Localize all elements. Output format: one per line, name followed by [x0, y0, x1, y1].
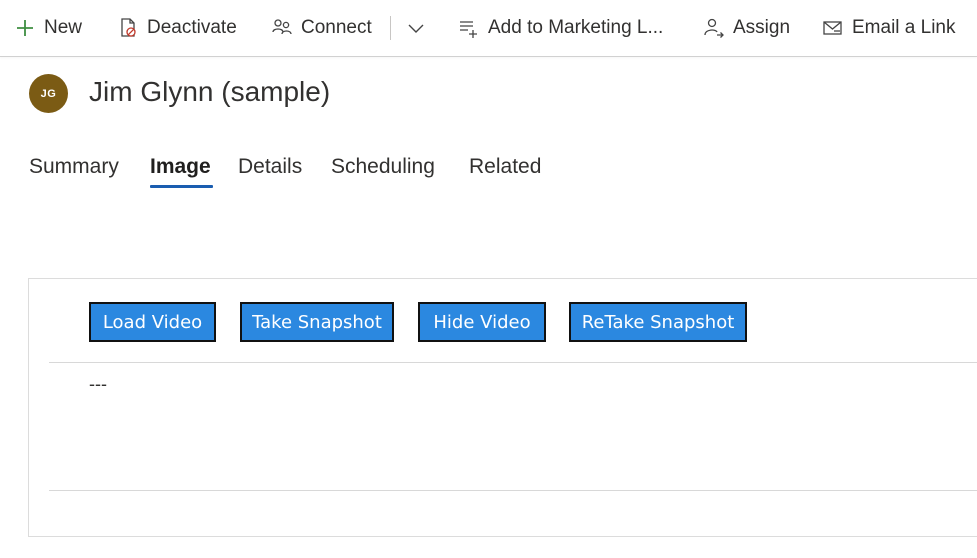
- tab-image[interactable]: Image: [150, 155, 211, 179]
- assign-button[interactable]: Assign: [703, 12, 790, 44]
- connect-label: Connect: [301, 17, 372, 38]
- tab-related[interactable]: Related: [469, 155, 541, 179]
- add-to-list-icon: [458, 17, 480, 39]
- record-form-page: New Deactivate Connect Add to Marketing …: [0, 0, 977, 558]
- plus-icon: [14, 17, 36, 39]
- more-connect-options-button[interactable]: [405, 12, 427, 44]
- email-a-link-button[interactable]: Email a Link: [822, 12, 956, 44]
- load-video-button[interactable]: Load Video: [89, 302, 216, 342]
- deactivate-document-icon: [117, 17, 139, 39]
- add-to-marketing-list-button[interactable]: Add to Marketing L...: [458, 12, 663, 44]
- tab-scheduling[interactable]: Scheduling: [331, 155, 435, 179]
- tab-details[interactable]: Details: [238, 155, 302, 179]
- command-separator: [390, 16, 391, 40]
- record-title: Jim Glynn (sample): [89, 76, 331, 107]
- image-section: Load Video Take Snapshot Hide Video ReTa…: [28, 278, 977, 537]
- image-field-value: ---: [89, 374, 107, 394]
- take-snapshot-button[interactable]: Take Snapshot: [240, 302, 394, 342]
- new-label: New: [44, 17, 83, 38]
- connect-people-icon: [271, 17, 293, 39]
- avatar-initials: JG: [40, 87, 57, 100]
- new-button[interactable]: New: [14, 12, 82, 44]
- tab-summary[interactable]: Summary: [29, 155, 119, 179]
- assign-label: Assign: [733, 17, 791, 38]
- active-tab-indicator: [150, 185, 213, 188]
- chevron-down-icon: [405, 17, 427, 39]
- add-to-marketing-list-label: Add to Marketing L...: [488, 17, 664, 38]
- deactivate-label: Deactivate: [147, 17, 237, 38]
- hide-video-button[interactable]: Hide Video: [418, 302, 546, 342]
- command-bar: New Deactivate Connect Add to Marketing …: [0, 0, 977, 57]
- section-divider-bottom: [49, 490, 977, 491]
- retake-snapshot-button[interactable]: ReTake Snapshot: [569, 302, 747, 342]
- email-link-icon: [822, 17, 844, 39]
- assign-person-icon: [703, 17, 725, 39]
- deactivate-button[interactable]: Deactivate: [117, 12, 237, 44]
- connect-button[interactable]: Connect: [271, 12, 372, 44]
- section-divider-top: [49, 362, 977, 363]
- avatar: JG: [29, 74, 68, 113]
- email-a-link-label: Email a Link: [852, 17, 956, 38]
